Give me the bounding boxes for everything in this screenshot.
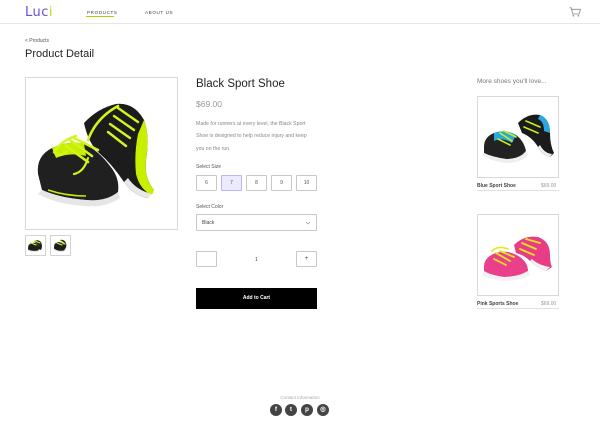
recommendation-image-pink-shoe[interactable] [477,214,559,296]
product-thumbnail-1[interactable] [25,235,46,256]
cart-icon[interactable] [569,7,581,17]
recommendation-price-1: $69.00 [541,183,557,189]
nav-products[interactable]: PRODUCTS [87,10,118,15]
size-option-8[interactable]: 8 [246,175,267,191]
pinterest-icon[interactable]: p [301,404,313,416]
product-thumbnail-2[interactable] [50,235,71,256]
chevron-down-icon [305,221,311,225]
twitter-icon[interactable]: t [285,404,297,416]
divider [477,190,559,191]
footer-contact-label: Contact Information [280,395,320,400]
size-option-7-selected[interactable]: 7 [221,175,242,191]
product-price: $69.00 [196,99,222,109]
breadcrumb-products[interactable]: < Products [25,38,49,44]
instagram-icon[interactable]: ◎ [317,404,329,416]
color-label: Select Color [196,204,224,210]
color-select-value: Black [202,220,215,226]
logo[interactable]: Luci [25,5,53,20]
size-label: Select Size [196,164,222,170]
product-name: Black Sport Shoe [196,78,285,90]
divider [477,308,559,309]
size-option-10[interactable]: 10 [296,175,317,191]
nav-about-us[interactable]: ABOUT US [145,10,173,15]
recommendations-title: More shoes you'll love... [477,78,547,85]
facebook-icon[interactable]: f [270,404,282,416]
size-option-9[interactable]: 9 [271,175,292,191]
recommendation-name-2[interactable]: Pink Sports Shoe [477,301,518,307]
quantity-decrement-button[interactable] [196,251,217,267]
quantity-value[interactable]: 1 [250,257,263,263]
color-select[interactable]: Black [196,214,317,231]
add-to-cart-button[interactable]: Add to Cart [196,288,317,309]
nav-active-underline [86,16,114,18]
page-title: Product Detail [25,48,95,60]
size-option-6[interactable]: 6 [196,175,217,191]
product-description: Made for runners at every level, the Bla… [196,121,307,152]
recommendation-name-1[interactable]: Blue Sport Shoe [477,183,516,189]
header: Luci PRODUCTS ABOUT US [0,0,600,24]
main-product-image [25,77,178,230]
recommendation-price-2: $69.00 [541,301,557,307]
recommendation-image-blue-shoe[interactable] [477,96,559,178]
quantity-increment-button[interactable]: + [296,251,317,267]
